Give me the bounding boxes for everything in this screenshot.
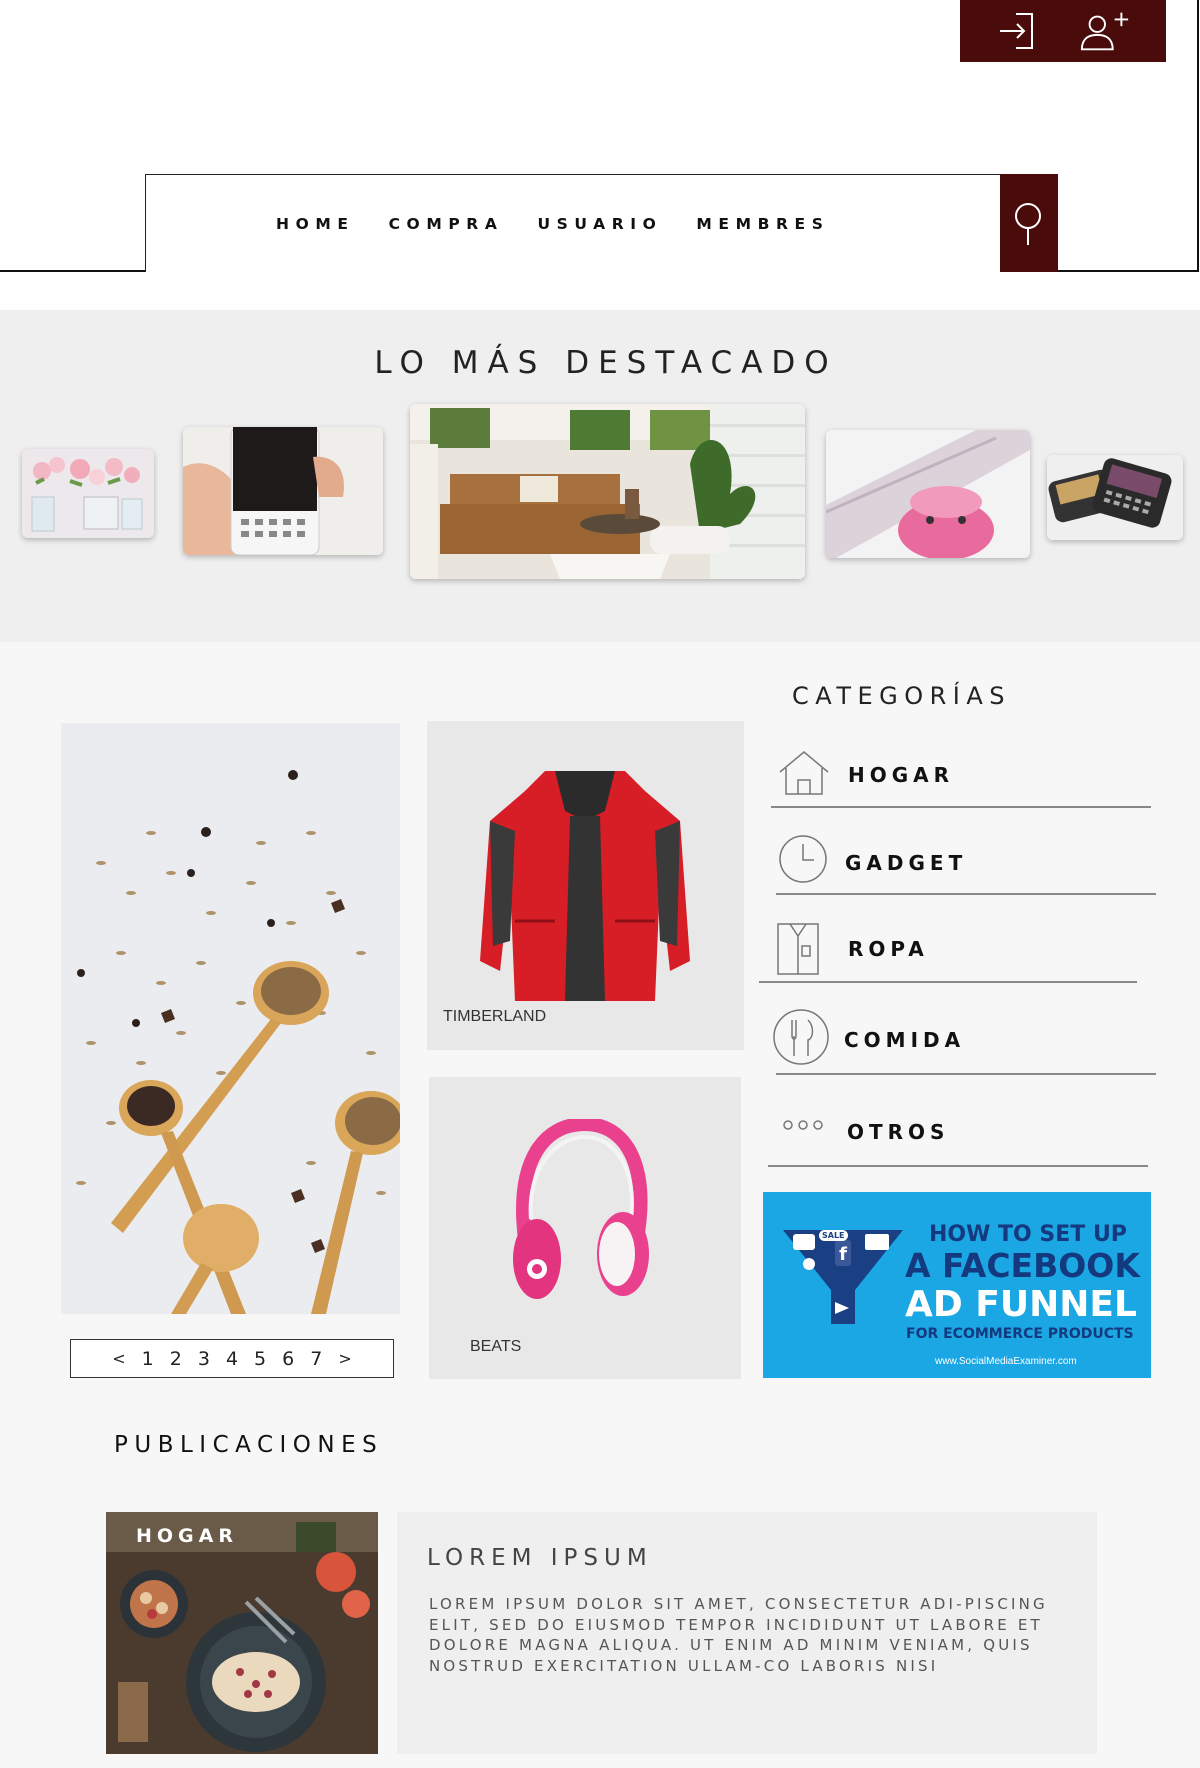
nav-usuario[interactable]: USUARIO [537,215,662,233]
login-icon[interactable] [994,8,1038,54]
publications-title: PUBLICACIONES [114,1432,384,1458]
category-label: GADGET [845,851,968,875]
divider [776,893,1156,895]
category-hogar[interactable]: HOGAR [776,744,1156,808]
svg-text:f: f [839,1244,847,1265]
category-gadget[interactable]: GADGET [776,830,1156,894]
ad-line-2: A FACEBOOK [905,1246,1140,1285]
featured-title: LO MÁS DESTACADO [374,345,838,381]
product-card-jacket[interactable]: TIMBERLAND [427,721,744,1050]
category-label: COMIDA [844,1028,966,1052]
page-3[interactable]: 3 [196,1348,212,1370]
clock-icon [779,835,827,883]
category-label: HOGAR [848,763,955,787]
category-otros[interactable]: OTROS [776,1098,1156,1162]
post-image[interactable] [106,1512,378,1754]
featured-slide-phone[interactable] [183,427,383,555]
featured-slide-phones[interactable] [1047,455,1183,540]
spices-photo[interactable] [61,723,400,1314]
headphones-image [513,1119,649,1299]
categories-title: CATEGORÍAS [792,682,1012,710]
shirt-icon [777,923,819,975]
post-category-tag[interactable]: HOGAR [136,1525,238,1547]
ad-url: www.SocialMediaExaminer.com [935,1356,1077,1367]
page-5[interactable]: 5 [252,1348,268,1370]
more-dots-icon [783,1120,823,1130]
ad-line-1: HOW TO SET UP [929,1222,1127,1247]
product-label: TIMBERLAND [443,1008,547,1025]
divider [759,981,1137,983]
search-button[interactable] [1000,174,1058,272]
auth-bar [960,0,1166,62]
category-label: OTROS [847,1120,950,1144]
page-6[interactable]: 6 [280,1348,296,1370]
featured-slide-speaker[interactable] [826,430,1030,558]
category-label: ROPA [848,937,929,961]
prev-page-button[interactable]: < [110,1349,127,1368]
add-user-icon[interactable] [1078,8,1132,54]
next-page-button[interactable]: > [336,1349,353,1368]
nav-compra[interactable]: COMPRA [389,215,504,233]
ad-line-4: FOR ECOMMERCE PRODUCTS [906,1326,1134,1342]
page-2[interactable]: 2 [168,1348,184,1370]
main-nav: HOME COMPRA USUARIO MEMBRES [145,174,1001,272]
category-comida[interactable]: COMIDA [772,1006,1156,1070]
post-excerpt: LOREM IPSUM DOLOR SIT AMET, CONSECTETUR … [429,1595,1048,1675]
divider [768,1165,1148,1167]
ad-line-3: AD FUNNEL [905,1284,1137,1325]
cutlery-icon [773,1009,829,1065]
product-card-headphones[interactable]: BEATS [429,1077,741,1379]
page-4[interactable]: 4 [224,1348,240,1370]
nav-home[interactable]: HOME [276,215,355,233]
house-icon [779,751,829,795]
search-icon [1015,203,1041,245]
divider [776,1073,1156,1075]
category-ropa[interactable]: ROPA [776,916,1156,980]
page-7[interactable]: 7 [308,1348,324,1370]
divider [771,806,1151,808]
featured-slide-living-room[interactable] [410,404,805,579]
jacket-image [480,771,690,1001]
sale-badge: SALE [819,1230,848,1241]
nav-membres[interactable]: MEMBRES [696,215,829,233]
pagination: < 1 2 3 4 5 6 7 > [70,1339,394,1378]
featured-slide-flowers[interactable] [22,449,154,538]
product-label: BEATS [470,1338,522,1355]
post-title: LOREM IPSUM [427,1545,653,1571]
facebook-ad-banner[interactable]: f SALE HOW TO SET UP A FACEBOOK AD FUNNE… [763,1192,1151,1378]
page-1[interactable]: 1 [140,1348,156,1370]
